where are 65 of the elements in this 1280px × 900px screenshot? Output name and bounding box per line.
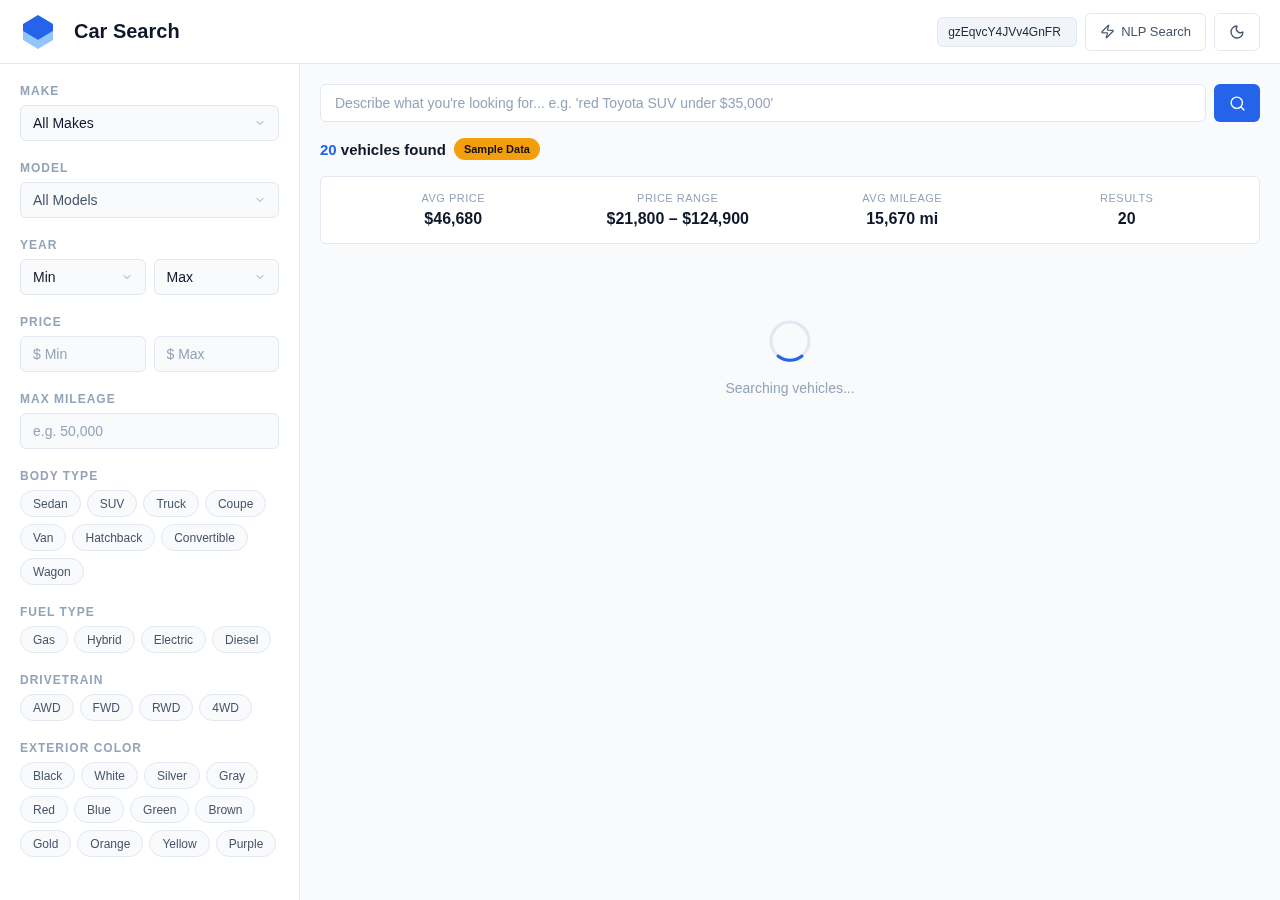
filter-label: YEAR [20,238,59,252]
filter-label: MODEL [20,161,70,175]
filter-label: DRIVETRAIN [20,673,105,687]
filter-chip[interactable]: Gold [20,830,72,857]
select-field[interactable]: Max [153,259,279,295]
filter-chip[interactable]: Van [20,524,67,551]
filter-chip[interactable]: Convertible [161,524,248,551]
nlp-search-button[interactable]: NLP Search [1085,12,1206,51]
dark-mode-button[interactable] [1214,12,1260,51]
filter-chip[interactable]: Wagon [20,558,84,585]
stat-value: 15,670 mi [866,210,939,228]
filter-chip[interactable]: Black [20,762,76,789]
filter-chip[interactable]: Hybrid [74,626,135,653]
filter-chip[interactable]: Orange [77,830,144,857]
filter-chip[interactable]: Red [20,796,68,823]
filter-label: BODY TYPE [20,469,100,483]
filter-chip[interactable]: FWD [79,694,133,721]
stat-label: AVG PRICE [421,192,486,204]
filter-label: MAKE [20,84,61,98]
stat-value: $46,680 [424,210,483,228]
filter-chip[interactable]: Truck [143,490,199,517]
filter-chip[interactable]: Gray [206,762,259,789]
lightning-icon [1100,24,1116,39]
filter-chip[interactable]: SUV [86,490,138,517]
filter-chip[interactable]: Purple [215,830,277,857]
stat-label: PRICE RANGE [637,192,719,204]
filter-chip[interactable]: White [81,762,139,789]
filter-chip[interactable]: RWD [138,694,194,721]
filter-chip[interactable]: Green [130,796,190,823]
filter-chip[interactable]: Silver [144,762,201,789]
sample-data-badge: Sample Data [453,138,540,160]
filter-chip[interactable]: Yellow [149,830,210,857]
stat-value: 20 [1117,210,1136,228]
filter-label: PRICE [20,315,63,329]
api-key-field[interactable]: gzEqvcY4JVv4GnFR [937,16,1078,47]
search-button[interactable] [1214,84,1260,122]
loading-text: Searching vehicles... [725,380,855,396]
input-field[interactable]: $ Max [153,336,279,372]
logo-icon [20,12,56,51]
filter-chip[interactable]: 4WD [199,694,252,721]
input-field[interactable]: $ Min [20,336,146,372]
filter-chip[interactable]: Blue [74,796,125,823]
moon-icon [1229,23,1245,40]
search-field[interactable]: Describe what you're looking for... e.g. 'red Toyota SUV under $35,000' [320,84,1206,122]
filter-chip[interactable]: Diesel [212,626,272,653]
filter-chip[interactable]: Electric [140,626,207,653]
filter-chip[interactable]: Gas [20,626,68,653]
app-title: Car Search [74,20,181,43]
stat-label: AVG MILEAGE [862,192,943,204]
select-field[interactable]: Min [20,259,146,295]
filter-label: EXTERIOR COLOR [20,741,143,755]
filter-chip[interactable]: AWD [20,694,74,721]
spinner-icon [769,320,811,362]
filter-label: MAX MILEAGE [20,392,117,406]
filter-label: FUEL TYPE [20,605,96,619]
select-field[interactable]: All Makes [20,105,279,141]
filter-chip[interactable]: Sedan [20,490,81,517]
filter-chip[interactable]: Coupe [204,490,267,517]
filter-chip[interactable]: Hatchback [72,524,156,551]
results-count: 20 vehicles found [320,140,446,158]
filter-chip[interactable]: Brown [195,796,256,823]
input-field[interactable]: e.g. 50,000 [20,413,279,449]
search-icon [1228,94,1246,112]
stat-value: $21,800 – $124,900 [606,210,749,228]
stat-label: RESULTS [1100,192,1154,204]
